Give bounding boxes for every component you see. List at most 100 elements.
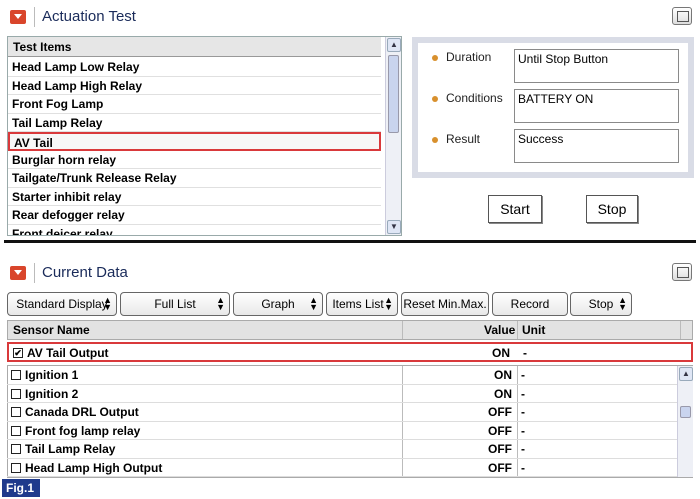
updown-icon: ▲ ▼ <box>309 295 318 312</box>
col-unit: Unit <box>522 323 546 337</box>
duration-value: Until Stop Button <box>514 49 679 83</box>
start-button[interactable]: Start <box>488 195 542 223</box>
sensor-value: ON <box>494 386 512 401</box>
current-data-header: Current Data <box>4 259 696 287</box>
maximize-icon[interactable] <box>672 7 692 25</box>
full-list-dropdown[interactable]: Full List ▲ ▼ <box>120 292 230 316</box>
table-row[interactable]: Ignition 1 ON - <box>7 366 683 385</box>
sensor-name: Ignition 1 <box>25 368 79 382</box>
sensor-value: ON <box>492 346 510 360</box>
sensor-value: ON <box>494 368 512 382</box>
column-divider <box>680 321 681 339</box>
stop-label: Stop <box>588 297 614 311</box>
graph-label: Graph <box>261 297 295 311</box>
sensor-unit: - <box>521 368 525 382</box>
sensor-name: Head Lamp High Output <box>25 460 163 475</box>
updown-icon: ▲ ▼ <box>216 295 225 312</box>
sensor-unit: - <box>521 386 525 401</box>
updown-icon: ▲ ▼ <box>618 295 627 312</box>
result-label: Result <box>446 132 481 146</box>
test-items-scrollbar[interactable]: ▲ ▼ <box>385 37 401 235</box>
table-row[interactable]: Front fog lamp relay OFF - <box>7 422 683 440</box>
reset-minmax-button[interactable]: Reset Min.Max. <box>401 292 489 316</box>
list-item[interactable]: Tailgate/Trunk Release Relay <box>8 169 381 188</box>
sensor-name: Front fog lamp relay <box>25 423 141 438</box>
sensor-unit: - <box>523 346 527 360</box>
test-items-list: Test Items Head Lamp Low Relay Head Lamp… <box>7 36 402 236</box>
sensor-value: OFF <box>488 442 512 456</box>
updown-icon: ▲ ▼ <box>384 295 393 312</box>
collapse-icon[interactable] <box>10 266 26 280</box>
test-info-panel: Duration Until Stop Button Conditions BA… <box>412 37 694 178</box>
conditions-label: Conditions <box>446 91 503 105</box>
list-item[interactable]: Burglar horn relay <box>8 151 381 169</box>
standard-display-dropdown[interactable]: Standard Display ▲ ▼ <box>7 292 117 316</box>
bullet-icon <box>432 137 438 143</box>
items-list-dropdown[interactable]: Items List ▲ ▼ <box>326 292 398 316</box>
checkbox[interactable] <box>11 425 21 436</box>
checkbox[interactable] <box>11 388 21 399</box>
checkbox[interactable] <box>11 407 21 417</box>
list-item[interactable]: Head Lamp Low Relay <box>8 58 381 77</box>
checkbox[interactable] <box>11 370 21 380</box>
maximize-icon[interactable] <box>672 263 692 281</box>
scroll-up-icon[interactable]: ▲ <box>679 367 693 381</box>
result-value: Success <box>514 129 679 163</box>
data-table-scrollbar[interactable]: ▲ <box>677 366 693 477</box>
scroll-thumb[interactable] <box>680 406 691 418</box>
figure-label: Fig.1 <box>2 479 40 497</box>
list-item[interactable]: Starter inhibit relay <box>8 188 381 206</box>
column-divider <box>517 321 518 339</box>
actuation-test-title: Actuation Test <box>42 8 136 25</box>
sensor-unit: - <box>521 423 525 438</box>
scroll-down-icon[interactable]: ▼ <box>387 220 401 234</box>
table-row-selected[interactable]: ✔ AV Tail Output ON - <box>7 342 693 362</box>
duration-label: Duration <box>446 50 492 64</box>
checkbox[interactable] <box>11 444 21 454</box>
sensor-unit: - <box>521 442 525 456</box>
items-list-label: Items List <box>332 297 384 311</box>
collapse-icon[interactable] <box>10 10 26 24</box>
sensor-name: Ignition 2 <box>25 386 79 401</box>
conditions-value: BATTERY ON <box>514 89 679 123</box>
bullet-icon <box>432 96 438 102</box>
actuation-test-header: Actuation Test <box>4 3 696 31</box>
data-table-header: Sensor Name Value Unit <box>7 320 693 340</box>
sensor-unit: - <box>521 405 525 419</box>
sensor-name: AV Tail Output <box>27 346 109 360</box>
table-row[interactable]: Ignition 2 ON - <box>7 385 683 403</box>
updown-icon: ▲ ▼ <box>103 295 112 312</box>
stop-dropdown[interactable]: Stop ▲ ▼ <box>570 292 632 316</box>
standard-display-label: Standard Display <box>16 297 108 311</box>
header-separator <box>34 263 35 283</box>
sensor-name: Canada DRL Output <box>25 405 139 419</box>
checkbox-checked[interactable]: ✔ <box>13 348 23 358</box>
scroll-up-icon[interactable]: ▲ <box>387 38 401 52</box>
table-row[interactable]: Head Lamp High Output OFF - <box>7 459 683 477</box>
sensor-unit: - <box>521 460 525 475</box>
bullet-icon <box>432 55 438 61</box>
column-divider <box>402 321 403 339</box>
list-item[interactable]: Head Lamp High Relay <box>8 77 381 95</box>
current-data-title: Current Data <box>42 264 128 281</box>
sensor-value: OFF <box>488 405 512 419</box>
table-row[interactable]: Tail Lamp Relay OFF - <box>7 440 683 459</box>
full-list-label: Full List <box>154 297 196 311</box>
header-separator <box>34 7 35 27</box>
sensor-value: OFF <box>488 460 512 475</box>
test-items-header: Test Items <box>8 37 381 57</box>
checkbox[interactable] <box>11 462 21 473</box>
list-item[interactable]: Front deicer relay <box>8 225 381 236</box>
table-row[interactable]: Canada DRL Output OFF - <box>7 403 683 422</box>
list-item-selected[interactable]: AV Tail <box>8 132 381 151</box>
record-button[interactable]: Record <box>492 292 568 316</box>
list-item[interactable]: Tail Lamp Relay <box>8 114 381 132</box>
scroll-thumb[interactable] <box>388 55 399 133</box>
stop-button[interactable]: Stop <box>586 195 638 223</box>
col-value: Value <box>484 323 516 337</box>
list-item[interactable]: Rear defogger relay <box>8 206 381 225</box>
graph-dropdown[interactable]: Graph ▲ ▼ <box>233 292 323 316</box>
list-item[interactable]: Front Fog Lamp <box>8 95 381 114</box>
sensor-name: Tail Lamp Relay <box>25 442 116 456</box>
col-sensor-name: Sensor Name <box>13 323 90 337</box>
